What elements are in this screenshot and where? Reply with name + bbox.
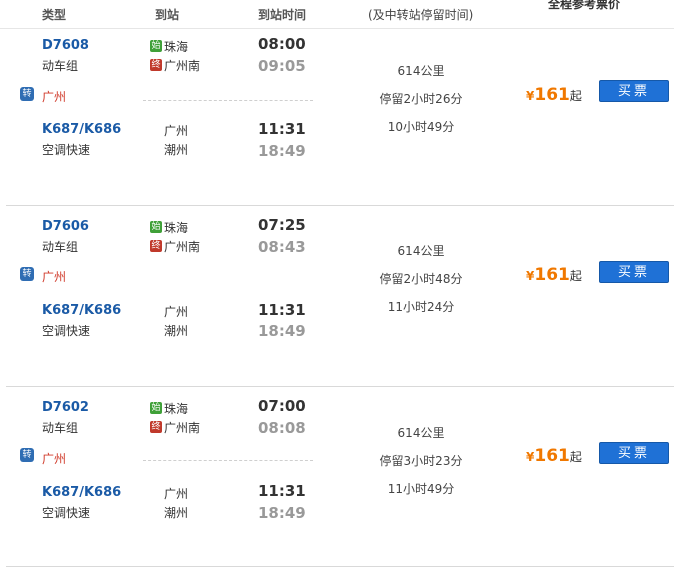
leg1-arrival-time: 08:43: [258, 238, 306, 256]
leg1-to-station: 广州南: [164, 59, 201, 73]
buy-ticket-button[interactable]: 买票: [599, 80, 669, 102]
total-duration: 11小时24分: [387, 300, 455, 314]
terminal-badge: 终: [150, 59, 162, 71]
origin-badge: 始: [150, 40, 162, 52]
leg2-arrival-time: 18:49: [258, 142, 306, 160]
leg1-departure-time: 07:25: [258, 216, 306, 234]
price: ¥161起: [526, 446, 582, 466]
leg2-arrival-time: 18:49: [258, 504, 306, 522]
distance: 614公里: [397, 64, 445, 78]
price-value: 161: [534, 265, 570, 285]
header-type: 类型: [42, 8, 67, 22]
transfer-icon: 转: [20, 448, 34, 462]
leg1-arrival-time: 08:08: [258, 419, 306, 437]
transfer-stay: 停留3小时23分: [379, 454, 463, 468]
price: ¥161起: [526, 265, 582, 285]
transfer-icon: 转: [20, 267, 34, 281]
leg2-arrival-time: 18:49: [258, 322, 306, 340]
leg2-from-station: 广州: [164, 124, 189, 138]
leg2-from-station: 广州: [164, 487, 189, 501]
leg1-from-station: 珠海: [164, 40, 189, 54]
leg2-to-station: 潮州: [164, 143, 189, 157]
price-suffix: 起: [569, 89, 582, 103]
price: ¥161起: [526, 85, 582, 105]
leg1-train-number[interactable]: D7606: [42, 219, 89, 234]
leg2-train-type: 空调快速: [42, 324, 91, 338]
row-divider: [6, 205, 674, 206]
distance: 614公里: [397, 426, 445, 440]
leg1-from-station: 珠海: [164, 221, 189, 235]
transfer-divider: [143, 460, 313, 461]
price-value: 161: [534, 446, 570, 466]
transfer-results-page: 类型 到站 到站时间 (及中转站停留时间) 全程参考票价 D7608 动车组 始…: [0, 0, 674, 569]
leg2-train-type: 空调快速: [42, 143, 91, 157]
header-arrival-time: 到站时间: [258, 8, 307, 22]
header-info: (及中转站停留时间): [368, 8, 474, 22]
transfer-stay: 停留2小时26分: [379, 92, 463, 106]
leg2-train-number[interactable]: K687/K686: [42, 303, 121, 318]
price-value: 161: [534, 85, 570, 105]
row-divider: [6, 566, 674, 567]
results-header: 类型 到站 到站时间 (及中转站停留时间) 全程参考票价: [0, 0, 674, 29]
leg2-to-station: 潮州: [164, 506, 189, 520]
terminal-badge: 终: [150, 240, 162, 252]
leg2-departure-time: 11:31: [258, 301, 306, 319]
leg1-to-station: 广州南: [164, 421, 201, 435]
leg2-train-number[interactable]: K687/K686: [42, 122, 121, 137]
buy-ticket-button[interactable]: 买票: [599, 442, 669, 464]
leg2-to-station: 潮州: [164, 324, 189, 338]
leg1-train-type: 动车组: [42, 59, 79, 73]
buy-ticket-button[interactable]: 买票: [599, 261, 669, 283]
origin-badge: 始: [150, 402, 162, 414]
result-row: D7608 动车组 始 珠海 终 广州南 08:00 09:05 转 广州 K6…: [0, 28, 674, 208]
transfer-city: 广州: [42, 90, 67, 104]
origin-badge: 始: [150, 221, 162, 233]
terminal-badge: 终: [150, 421, 162, 433]
price-suffix: 起: [569, 269, 582, 283]
leg1-arrival-time: 09:05: [258, 57, 306, 75]
result-row: D7602 动车组 始 珠海 终 广州南 07:00 08:08 转 广州 K6…: [0, 389, 674, 569]
row-divider: [6, 386, 674, 387]
header-station: 到站: [155, 8, 180, 22]
total-duration: 11小时49分: [387, 482, 455, 496]
header-price: 全程参考票价: [548, 0, 621, 11]
total-duration: 10小时49分: [387, 120, 455, 134]
transfer-city: 广州: [42, 270, 67, 284]
leg1-departure-time: 07:00: [258, 397, 306, 415]
leg1-to-station: 广州南: [164, 240, 201, 254]
transfer-stay: 停留2小时48分: [379, 272, 463, 286]
result-row: D7606 动车组 始 珠海 终 广州南 07:25 08:43 转 广州 K6…: [0, 208, 674, 388]
leg1-train-number[interactable]: D7608: [42, 38, 89, 53]
leg1-departure-time: 08:00: [258, 35, 306, 53]
distance: 614公里: [397, 244, 445, 258]
leg2-departure-time: 11:31: [258, 120, 306, 138]
leg2-from-station: 广州: [164, 305, 189, 319]
leg1-train-type: 动车组: [42, 240, 79, 254]
leg1-train-number[interactable]: D7602: [42, 400, 89, 415]
leg1-from-station: 珠海: [164, 402, 189, 416]
leg2-train-number[interactable]: K687/K686: [42, 485, 121, 500]
leg2-departure-time: 11:31: [258, 482, 306, 500]
leg1-train-type: 动车组: [42, 421, 79, 435]
leg2-train-type: 空调快速: [42, 506, 91, 520]
price-suffix: 起: [569, 450, 582, 464]
transfer-city: 广州: [42, 452, 67, 466]
transfer-icon: 转: [20, 87, 34, 101]
transfer-divider: [143, 100, 313, 101]
